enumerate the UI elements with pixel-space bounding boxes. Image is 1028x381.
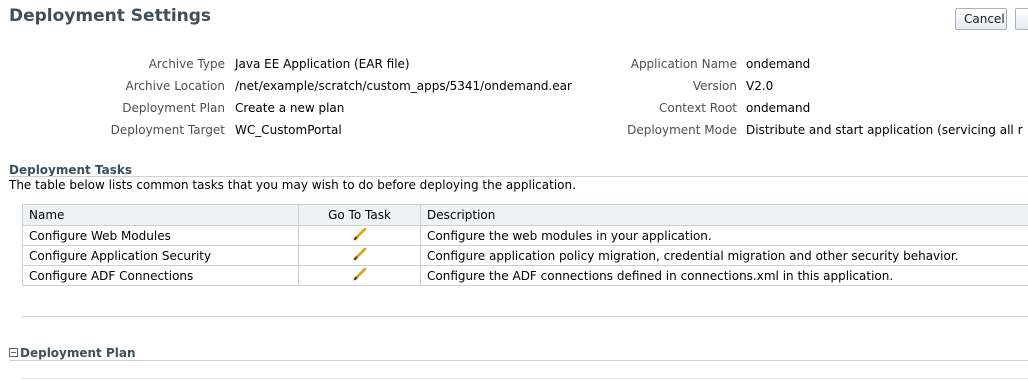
application-name-label: Application Name [630, 57, 737, 71]
deployment-tasks-description: The table below lists common tasks that … [9, 178, 576, 192]
version-value: V2.0 [746, 79, 774, 93]
deployment-target-value: WC_CustomPortal [235, 123, 342, 137]
deployment-mode-label: Deployment Mode [627, 123, 737, 137]
pencil-icon[interactable] [352, 267, 368, 285]
version-label: Version [692, 79, 737, 93]
task-description: Configure application policy migration, … [420, 245, 1028, 266]
pencil-icon[interactable] [352, 247, 368, 265]
task-name: Configure Web Modules [22, 225, 299, 246]
deployment-plan-header[interactable]: Deployment Plan [9, 346, 136, 360]
table-row: Configure Application Security Configure… [22, 245, 1028, 266]
page-title: Deployment Settings [9, 6, 212, 26]
section-divider [9, 176, 1028, 177]
archive-location-value: /net/example/scratch/custom_apps/5341/on… [235, 79, 572, 93]
deployment-plan-value: Create a new plan [235, 101, 345, 115]
table-row: Configure ADF Connections Configure the … [22, 265, 1028, 286]
deployment-mode-value: Distribute and start application (servic… [746, 123, 1023, 137]
plan-content-edge [22, 378, 1028, 379]
archive-location-label: Archive Location [125, 79, 225, 93]
application-name-value: ondemand [746, 57, 811, 71]
task-name: Configure Application Security [22, 245, 299, 266]
deployment-target-label: Deployment Target [110, 123, 225, 137]
deployment-plan-label: Deployment Plan [122, 101, 225, 115]
task-name: Configure ADF Connections [22, 265, 299, 286]
table-row: Configure Web Modules Configure the web … [22, 225, 1028, 246]
context-root-label: Context Root [658, 101, 737, 115]
deployment-tasks-table: Name Go To Task Description Configure We… [22, 204, 1028, 286]
collapse-toggle-icon[interactable] [9, 348, 18, 357]
pencil-icon[interactable] [352, 227, 368, 245]
column-header-name[interactable]: Name [22, 204, 299, 226]
archive-type-value: Java EE Application (EAR file) [235, 57, 410, 71]
go-to-task-cell [298, 265, 421, 286]
cancel-button[interactable]: Cancel [955, 8, 1007, 30]
context-root-value: ondemand [746, 101, 811, 115]
deployment-tasks-title: Deployment Tasks [9, 163, 132, 177]
go-to-task-cell [298, 225, 421, 246]
task-description: Configure the web modules in your applic… [420, 225, 1028, 246]
column-header-description[interactable]: Description [420, 204, 1028, 226]
go-to-task-cell [298, 245, 421, 266]
archive-type-label: Archive Type [148, 57, 225, 71]
table-bottom-rule [22, 316, 1028, 317]
task-description: Configure the ADF connections defined in… [420, 265, 1028, 286]
next-button[interactable] [1015, 8, 1028, 30]
section-divider [9, 360, 1028, 361]
table-header-row: Name Go To Task Description [22, 204, 1028, 226]
column-header-go-to-task[interactable]: Go To Task [298, 204, 421, 226]
deployment-plan-title: Deployment Plan [20, 346, 136, 360]
